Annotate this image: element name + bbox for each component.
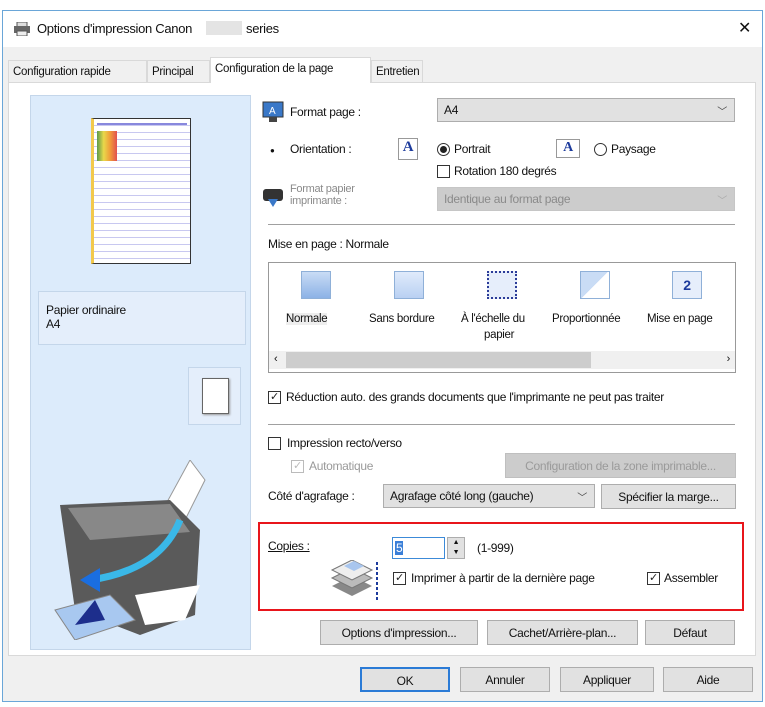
- auto-reduce-label: Réduction auto. des grands documents que…: [286, 390, 664, 404]
- printer-paper-select[interactable]: Identique au format page ﹀: [437, 187, 735, 211]
- layout-scaled[interactable]: Proportionnée: [552, 313, 621, 325]
- page-size-label: Format page :: [290, 105, 361, 119]
- printer-paper-label-2: imprimante :: [290, 195, 347, 207]
- stamp-background-button[interactable]: Cachet/Arrière-plan...: [487, 620, 638, 645]
- layout-page-layout[interactable]: Mise en page: [647, 313, 713, 325]
- portrait-label: Portrait: [454, 142, 491, 156]
- layout-fit-to-paper-icon[interactable]: [487, 271, 517, 299]
- stapling-select[interactable]: Agrafage côté long (gauche) ﹀: [383, 484, 595, 508]
- spin-down-icon[interactable]: ▼: [453, 549, 460, 556]
- rotate-180-label: Rotation 180 degrés: [454, 164, 557, 178]
- landscape-radio[interactable]: [594, 143, 607, 156]
- layout-fit-to-paper[interactable]: À l'échelle du: [461, 313, 525, 325]
- portrait-radio[interactable]: [437, 143, 450, 156]
- stapling-label: Côté d'agrafage :: [268, 489, 355, 503]
- collate-label: Assembler: [664, 571, 718, 585]
- scrollbar-thumb[interactable]: [286, 352, 591, 368]
- printable-area-button[interactable]: Configuration de la zone imprimable...: [505, 453, 736, 478]
- copies-label: Copies :: [268, 539, 310, 553]
- specify-margin-button[interactable]: Spécifier la marge...: [601, 484, 736, 509]
- orientation-label: Orientation :: [290, 142, 352, 156]
- printer-paper-label-1: Format papier: [290, 183, 355, 195]
- copies-input[interactable]: 5: [392, 537, 445, 559]
- window-title: Options d'impression Canon: [37, 21, 193, 36]
- layout-normal[interactable]: Normale: [286, 313, 328, 325]
- portrait-icon: A: [398, 138, 418, 160]
- layout-fit-to-paper-2: papier: [484, 329, 515, 341]
- divider: [268, 224, 735, 225]
- redacted-model: [206, 21, 242, 35]
- printer-paper-value: Identique au format page: [444, 192, 571, 206]
- tab-quick-setup[interactable]: Configuration rapide: [8, 60, 147, 83]
- printer-paper-label: Format papier imprimante :: [290, 183, 355, 207]
- layout-borderless[interactable]: Sans bordure: [369, 313, 435, 325]
- help-button[interactable]: Aide: [663, 667, 753, 692]
- reverse-order-checkbox[interactable]: ✓: [393, 572, 406, 585]
- cancel-button[interactable]: Annuler: [460, 667, 550, 692]
- scroll-left-icon[interactable]: ‹: [274, 353, 278, 365]
- window-title-suffix: series: [246, 21, 279, 36]
- collate-checkbox[interactable]: ✓: [647, 572, 660, 585]
- page-size-select[interactable]: A4 ﹀: [437, 98, 735, 122]
- ok-button[interactable]: OK: [360, 667, 450, 692]
- chevron-down-icon: ﹀: [577, 493, 587, 504]
- page-size-value: A4: [444, 103, 459, 117]
- layout-page-layout-icon[interactable]: 2: [672, 271, 702, 299]
- tab-page-setup[interactable]: Configuration de la page: [210, 57, 371, 83]
- copies-spinner[interactable]: ▲ ▼: [447, 537, 465, 559]
- printer-illustration-icon: [54, 460, 206, 640]
- rotate-180-checkbox[interactable]: [437, 165, 450, 178]
- copies-range: (1-999): [477, 541, 514, 555]
- layout-borderless-icon[interactable]: [394, 271, 424, 299]
- reverse-order-label: Imprimer à partir de la dernière page: [411, 571, 595, 585]
- duplex-label: Impression recto/verso: [287, 436, 402, 450]
- chevron-down-icon: ﹀: [717, 107, 727, 118]
- divider: [268, 424, 735, 425]
- chevron-down-icon: ﹀: [717, 196, 727, 207]
- paper-size: A4: [46, 317, 61, 331]
- tab-main[interactable]: Principal: [147, 60, 210, 83]
- close-icon[interactable]: ✕: [738, 18, 751, 38]
- duplex-auto-label: Automatique: [309, 459, 374, 473]
- printer-paper-icon: [263, 189, 283, 207]
- orientation-preview: [188, 367, 241, 425]
- landscape-icon: A: [556, 139, 580, 158]
- scroll-right-icon[interactable]: ›: [727, 353, 731, 365]
- copies-stack-icon: [330, 560, 378, 600]
- duplex-auto-checkbox[interactable]: ✓: [291, 460, 304, 473]
- apply-button[interactable]: Appliquer: [560, 667, 654, 692]
- defaults-button[interactable]: Défaut: [645, 620, 735, 645]
- auto-reduce-checkbox[interactable]: ✓: [268, 391, 281, 404]
- orientation-bullet-icon: ●: [270, 146, 275, 155]
- page-size-icon: A: [262, 101, 284, 122]
- layout-label: Mise en page : Normale: [268, 237, 389, 251]
- layout-scaled-icon[interactable]: [580, 271, 610, 299]
- duplex-checkbox[interactable]: [268, 437, 281, 450]
- paper-type: Papier ordinaire: [46, 303, 126, 317]
- stapling-value: Agrafage côté long (gauche): [390, 489, 534, 503]
- tab-maintenance[interactable]: Entretien: [371, 60, 423, 83]
- print-options-button[interactable]: Options d'impression...: [320, 620, 478, 645]
- layout-normal-icon[interactable]: [301, 271, 331, 299]
- paper-info: Papier ordinaire A4: [38, 291, 246, 345]
- page-preview: [91, 118, 191, 264]
- svg-text:A: A: [269, 106, 276, 117]
- printer-icon: [14, 22, 30, 36]
- layout-scrollbar[interactable]: ‹ ›: [269, 351, 735, 369]
- spin-up-icon[interactable]: ▲: [453, 539, 460, 546]
- copies-value: 5: [395, 541, 404, 555]
- landscape-label: Paysage: [611, 142, 656, 156]
